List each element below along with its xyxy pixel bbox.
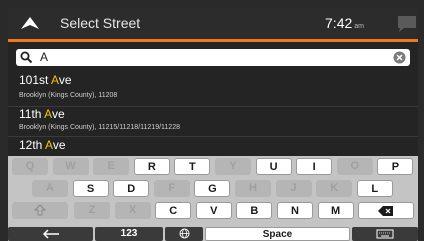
street-detail: Brooklyn (Kings County), 11215/11218/112… [19,124,180,131]
backspace-key[interactable] [358,202,414,219]
street-name: 101st Ave [19,73,72,87]
street-result-item[interactable]: 11th Ave Brooklyn (Kings County), 11215/… [8,107,418,136]
shift-key[interactable] [12,202,68,219]
left-arrow-key[interactable] [8,227,93,241]
search-input[interactable]: A [16,49,410,66]
hide-keyboard-key[interactable] [352,227,418,241]
triangle-up-icon [21,17,39,29]
key-h: H [235,180,271,197]
top-bar: Select Street 7:42 am [8,8,418,42]
accent-divider [8,39,418,42]
key-j: J [275,180,312,197]
key-l[interactable]: L [356,180,393,197]
street-name: 11th Ave [19,107,65,121]
key-x: X [114,202,151,219]
page-title: Select Street [60,15,141,31]
key-b[interactable]: B [236,202,273,219]
key-i[interactable]: I [296,158,333,175]
key-o: O [336,158,373,175]
street-result-item[interactable]: 12th Ave [8,137,418,156]
clock: 7:42 am [325,15,364,31]
key-m[interactable]: M [317,202,354,219]
key-a: A [32,180,68,197]
key-s[interactable]: S [72,180,109,197]
key-v[interactable]: V [195,202,232,219]
clear-x-icon[interactable] [393,51,406,64]
key-e: E [93,158,130,175]
street-result-item[interactable]: 101st Ave Brooklyn (Kings County), 11208 [8,70,418,106]
speech-bubble-icon[interactable] [394,14,418,34]
key-g[interactable]: G [194,180,231,197]
key-k: K [316,180,353,197]
search-value: A [40,50,49,64]
arrow-left-icon [42,229,59,239]
key-n[interactable]: N [277,202,313,219]
backspace-icon [378,206,393,216]
key-w: W [52,158,89,175]
space-key[interactable]: Space [205,227,350,241]
clock-ampm: am [354,23,364,30]
shift-arrow-icon [33,204,47,216]
keyboard-bottom-row: 123 Space [8,227,418,241]
key-q: Q [12,158,48,175]
key-t[interactable]: T [174,158,211,175]
key-r[interactable]: R [133,158,170,175]
globe-icon [179,228,189,239]
key-f: F [153,180,190,197]
street-detail: Brooklyn (Kings County), 11208 [19,92,118,99]
key-c[interactable]: C [155,202,192,219]
keyboard-hide-icon [376,229,394,239]
language-key[interactable] [165,227,203,241]
numbers-key[interactable]: 123 [95,227,163,241]
key-u[interactable]: U [255,158,292,175]
key-z: Z [74,202,110,219]
navigation-screen: Select Street 7:42 am A 101st Ave Brookly… [8,8,418,241]
clock-time: 7:42 [325,15,353,31]
key-d[interactable]: D [113,180,150,197]
back-button[interactable] [8,8,54,40]
street-name: 12th Ave [19,138,66,152]
key-p[interactable]: P [377,158,414,175]
key-y: Y [215,158,251,175]
magnifier-icon [20,51,33,64]
